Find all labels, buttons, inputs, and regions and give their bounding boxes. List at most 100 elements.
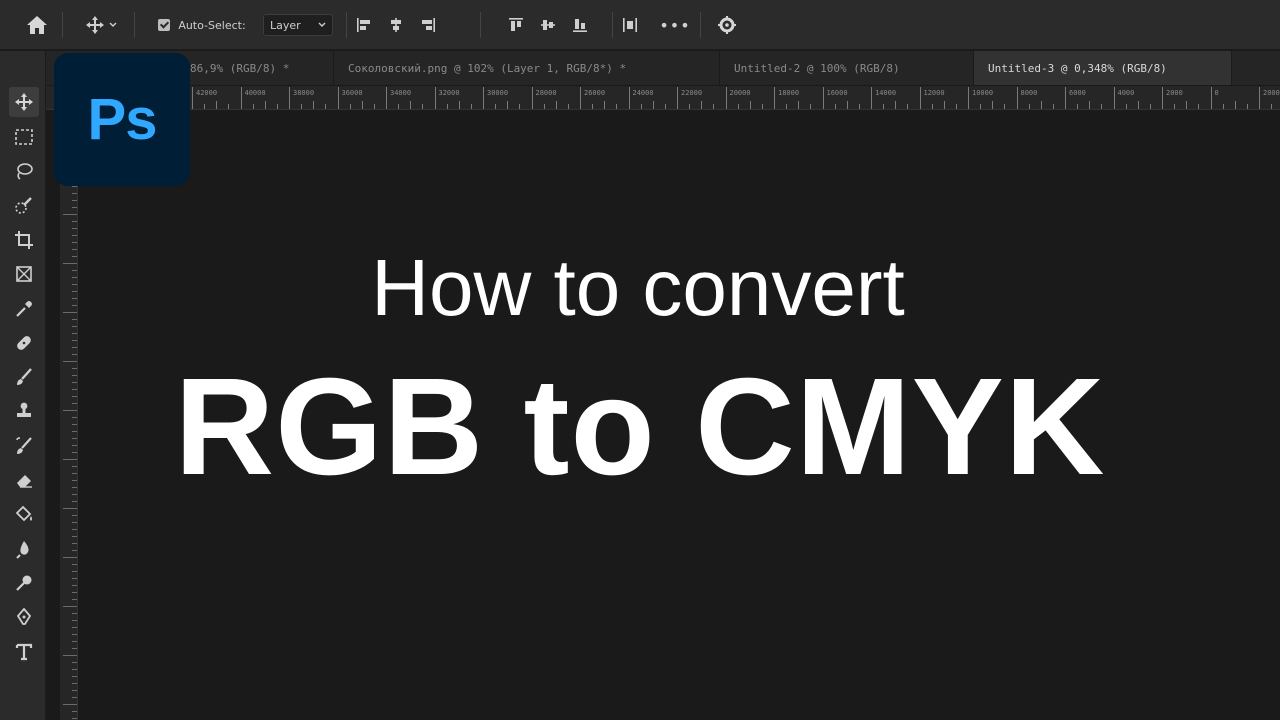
lasso-tool-icon	[17, 163, 33, 180]
ruler-minor-tick	[1028, 104, 1030, 109]
align-horizontal-centers-button[interactable]	[384, 0, 408, 50]
ruler-minor-tick	[373, 104, 375, 109]
ruler-minor-tick	[495, 104, 497, 109]
ruler-minor-tick	[701, 101, 703, 109]
ruler-minor-tick	[446, 104, 448, 109]
ruler-minor-tick	[63, 557, 77, 558]
tab-label: 86,9% (RGB/8) *	[190, 61, 290, 75]
ruler-minor-tick	[72, 571, 77, 572]
distribute-button[interactable]	[618, 0, 642, 50]
align-vertical-centers-button[interactable]	[536, 0, 560, 50]
ruler-major-tick	[192, 87, 193, 109]
ruler-major-tick	[774, 87, 775, 109]
ruler-label: 42000	[196, 89, 218, 97]
move-tool[interactable]	[9, 87, 39, 117]
ruler-label: 8000	[1020, 89, 1038, 97]
ruler-major-tick	[1113, 87, 1115, 109]
align-right-edges-button[interactable]	[416, 0, 440, 50]
align-left-edges-button[interactable]	[352, 0, 376, 50]
ruler-minor-tick	[72, 627, 77, 628]
ruler-minor-tick	[313, 101, 315, 109]
ruler-major-tick	[289, 87, 290, 109]
type-tool[interactable]	[9, 637, 39, 667]
ruler-minor-tick	[72, 578, 77, 579]
move-tool-icon	[15, 93, 33, 111]
ruler-minor-tick	[689, 104, 691, 109]
ruler-minor-tick	[72, 718, 77, 719]
ruler-minor-tick	[325, 104, 327, 109]
ruler-minor-tick	[980, 104, 982, 109]
home-icon	[27, 16, 47, 34]
align-middle-icon	[541, 20, 555, 30]
more-options-button[interactable]: •••	[659, 0, 690, 50]
ruler-minor-tick	[1186, 101, 1188, 109]
ruler-minor-tick	[72, 662, 77, 663]
ruler-minor-tick	[72, 200, 77, 201]
headline-line-2: RGB to CMYK	[0, 348, 1280, 507]
marquee-tool-icon	[15, 129, 33, 145]
ruler-minor-tick	[72, 690, 77, 691]
ruler-minor-tick	[361, 101, 363, 109]
home-button[interactable]	[22, 0, 52, 50]
ruler-label: 14000	[875, 89, 897, 97]
pen-tool[interactable]	[9, 602, 39, 632]
headline-line-1-text: How to convert	[371, 243, 905, 332]
ruler-major-tick	[240, 87, 242, 109]
align-bottom-edges-button[interactable]	[568, 0, 592, 50]
ruler-minor-tick	[543, 104, 545, 109]
blur-tool[interactable]	[9, 534, 39, 564]
align-top-edges-button[interactable]	[504, 0, 528, 50]
layer-select[interactable]: Layer	[263, 14, 333, 36]
ruler-minor-tick	[555, 101, 557, 109]
ruler-minor-tick	[301, 104, 303, 109]
separator	[480, 12, 481, 38]
ruler-minor-tick	[72, 564, 77, 565]
quick-selection-tool[interactable]	[9, 190, 39, 220]
move-tool-preset-picker[interactable]	[76, 0, 126, 50]
ruler-minor-tick	[664, 104, 666, 109]
ruler-minor-tick	[398, 104, 400, 109]
ruler-label: 28000	[535, 89, 557, 97]
document-tab[interactable]: Untitled-2 @ 100% (RGB/8)	[720, 51, 974, 85]
ruler-minor-tick	[786, 104, 788, 109]
ruler-minor-tick	[216, 101, 218, 109]
ruler-minor-tick	[592, 104, 594, 109]
ruler-minor-tick	[749, 101, 751, 109]
document-tab[interactable]: Соколовский.png @ 102% (Layer 1, RGB/8*)…	[334, 51, 720, 85]
ruler-minor-tick	[1040, 101, 1042, 109]
separator	[346, 12, 347, 38]
auto-select-checkbox[interactable]	[158, 19, 171, 31]
ruler-label: 2000	[1263, 89, 1280, 97]
document-tab[interactable]: 86,9% (RGB/8) *	[176, 51, 334, 85]
marquee-tool[interactable]	[9, 122, 39, 152]
ruler-minor-tick	[519, 104, 521, 109]
ruler-minor-tick	[72, 228, 77, 229]
ruler-label: 10000	[972, 89, 994, 97]
lasso-tool[interactable]	[9, 156, 39, 186]
ruler-major-tick	[580, 87, 581, 109]
ruler-minor-tick	[1137, 101, 1139, 109]
ruler-major-tick	[1162, 87, 1163, 109]
document-tab-bar: 86,9% (RGB/8) * Соколовский.png @ 102% (…	[46, 51, 1280, 85]
auto-select-target-dropdown[interactable]: Layer	[262, 0, 334, 50]
ruler-label: 16000	[826, 89, 848, 97]
dodge-tool[interactable]	[9, 568, 39, 598]
settings-button[interactable]	[712, 0, 742, 50]
ruler-label: 32000	[438, 89, 460, 97]
ruler-minor-tick	[1234, 101, 1236, 109]
ruler-minor-tick	[507, 101, 509, 109]
ruler-minor-tick	[652, 101, 654, 109]
horizontal-ruler[interactable]: 42000 40000 38000 36000 34000 32000 30000 28000…	[46, 86, 1280, 110]
ruler-major-tick	[531, 87, 533, 109]
ruler-minor-tick	[72, 235, 77, 236]
ruler-major-tick	[434, 87, 436, 109]
ruler-minor-tick	[616, 104, 618, 109]
document-tab-active[interactable]: Untitled-3 @ 0,348% (RGB/8)	[974, 51, 1232, 85]
tab-label: Untitled-2 @ 100% (RGB/8)	[734, 61, 900, 75]
headline-line-2-text: RGB to CMYK	[174, 350, 1106, 504]
ruler-minor-tick	[1101, 104, 1103, 109]
align-right-icon	[422, 18, 435, 32]
ruler-major-tick	[968, 87, 969, 109]
separator	[612, 12, 613, 38]
ruler-minor-tick	[72, 641, 77, 642]
